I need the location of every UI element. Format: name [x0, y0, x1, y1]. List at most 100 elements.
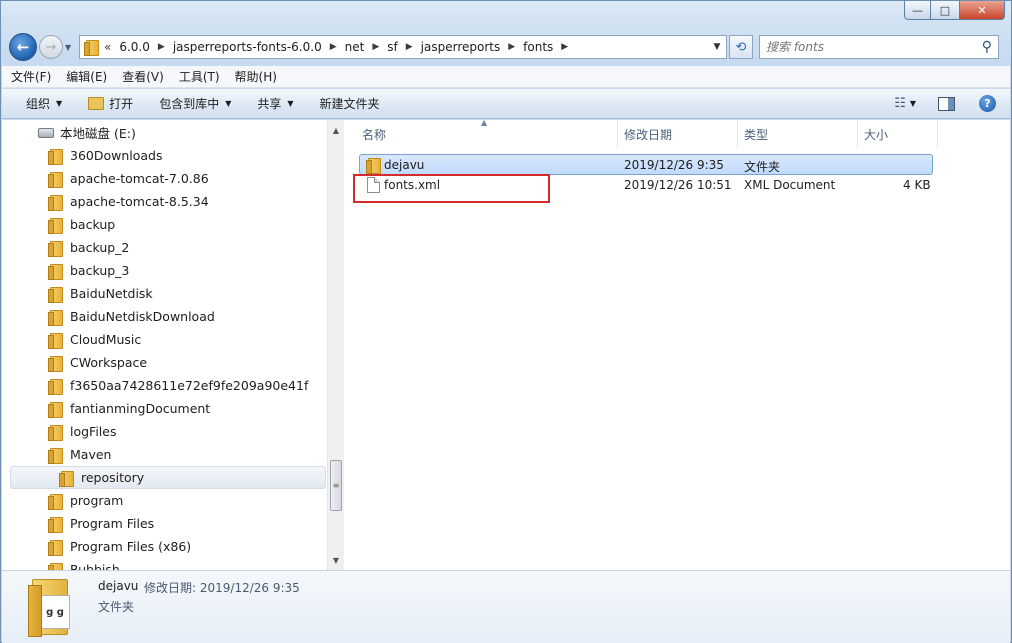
share-button[interactable]: 共享 ▼ [257, 95, 293, 112]
tree-item-label: fantianmingDocument [70, 401, 211, 416]
back-button[interactable]: ← [9, 33, 37, 61]
tree-item-label: repository [81, 470, 145, 485]
share-label: 共享 [257, 97, 282, 111]
tree-item-folder[interactable]: BaiduNetdiskDownload [48, 305, 215, 328]
address-bar[interactable]: « 6.0.0 ▶ jasperreports-fonts-6.0.0 ▶ net ▶… [79, 35, 727, 59]
breadcrumb-item[interactable]: fonts [523, 40, 553, 54]
open-button[interactable]: 打开 [88, 95, 133, 112]
search-box[interactable]: ⚲ [759, 35, 999, 59]
tree-item-folder[interactable]: program [48, 489, 123, 512]
folder-thumbnail-icon: g g [26, 575, 78, 637]
file-type: XML Document [744, 178, 836, 192]
tree-item-label: CWorkspace [70, 355, 148, 370]
search-icon[interactable]: ⚲ [982, 39, 992, 55]
chevron-right-icon[interactable]: ▶ [372, 42, 379, 52]
navigation-row: ← → ▼ « 6.0.0 ▶ jasperreports-fonts-6.0.0… [9, 32, 1005, 62]
forward-button[interactable]: → [39, 35, 63, 59]
tree-item-drive[interactable]: 本地磁盘 (E:) [38, 121, 136, 144]
tree-item-folder[interactable]: fantianmingDocument [48, 397, 210, 420]
folder-icon [48, 240, 63, 257]
preview-pane-icon[interactable] [938, 96, 955, 111]
tree-item-folder[interactable]: apache-tomcat-8.5.34 [48, 190, 209, 213]
column-header-date[interactable]: 修改日期 [618, 120, 738, 148]
chevron-right-icon[interactable]: ▶ [508, 42, 515, 52]
tree-item-folder[interactable]: CWorkspace [48, 351, 147, 374]
tree-item-folder[interactable]: Program Files (x86) [48, 535, 191, 558]
menu-edit[interactable]: 编辑(E) [66, 68, 107, 85]
chevron-right-icon[interactable]: ▶ [406, 42, 413, 52]
scroll-down-icon[interactable]: ▼ [328, 552, 344, 568]
folder-icon [48, 562, 63, 570]
breadcrumb-item[interactable]: jasperreports-fonts-6.0.0 [173, 40, 322, 54]
new-folder-label: 新建文件夹 [319, 97, 380, 111]
breadcrumb-item[interactable]: sf [387, 40, 397, 54]
menu-bar: 文件(F) 编辑(E) 查看(V) 工具(T) 帮助(H) [2, 66, 1010, 88]
close-button[interactable]: ✕ [959, 1, 1005, 20]
breadcrumb-item[interactable]: jasperreports [421, 40, 501, 54]
minimize-button[interactable]: — [904, 1, 931, 20]
navigation-pane: 本地磁盘 (E:) 360Downloads apache-tomcat-7.0.… [2, 120, 344, 570]
view-options-icon[interactable]: ☷ [894, 96, 906, 111]
menu-tools[interactable]: 工具(T) [179, 68, 220, 85]
main-area: 本地磁盘 (E:) 360Downloads apache-tomcat-7.0.… [2, 118, 1010, 570]
history-dropdown-icon[interactable]: ▼ [65, 43, 75, 52]
scroll-up-icon[interactable]: ▲ [328, 122, 344, 138]
file-list: ▲ 名称 修改日期 类型 大小 dejavu 2019/12/26 9:35 文… [345, 118, 1010, 570]
tree-item-folder[interactable]: f3650aa7428611e72ef9fe209a90e41f [48, 374, 308, 397]
file-name: dejavu [384, 158, 425, 172]
tree-item-folder[interactable]: backup_3 [48, 259, 129, 282]
help-icon[interactable]: ? [979, 95, 996, 112]
breadcrumb-overflow[interactable]: « [104, 40, 111, 54]
tree-item-label: f3650aa7428611e72ef9fe209a90e41f [70, 378, 309, 393]
scrollbar-thumb[interactable]: ≡ [330, 460, 342, 511]
tree-item-folder[interactable]: backup_2 [48, 236, 129, 259]
menu-file[interactable]: 文件(F) [11, 68, 51, 85]
tree-item-folder[interactable]: apache-tomcat-7.0.86 [48, 167, 209, 190]
chevron-right-icon[interactable]: ▶ [561, 42, 568, 52]
breadcrumb-item[interactable]: net [345, 40, 365, 54]
drive-icon [38, 127, 54, 138]
navigation-scrollbar[interactable]: ▲ ≡ ▼ [327, 120, 344, 570]
folder-icon [48, 148, 63, 165]
include-in-library-button[interactable]: 包含到库中 ▼ [159, 95, 231, 112]
tree-item-folder[interactable]: backup [48, 213, 115, 236]
folder-icon [48, 217, 63, 234]
refresh-button[interactable]: ⟲ [729, 35, 753, 59]
view-controls: ☷ ▼ ? [894, 95, 996, 112]
new-folder-button[interactable]: 新建文件夹 [320, 95, 380, 112]
file-date: 2019/12/26 10:51 [624, 178, 732, 192]
chevron-right-icon[interactable]: ▶ [330, 42, 337, 52]
folder-icon [59, 470, 74, 487]
address-dropdown-icon[interactable]: ▼ [708, 42, 726, 52]
folder-icon [48, 355, 63, 372]
tree-item-folder[interactable]: Program Files [48, 512, 154, 535]
tree-item-folder[interactable]: Rubbish [48, 558, 120, 570]
explorer-window: — □ ✕ ← → ▼ « 6.0.0 ▶ jasperreports-fonts… [0, 0, 1012, 643]
column-header-type[interactable]: 类型 [738, 120, 858, 148]
tree-item-folder[interactable]: repository [10, 466, 326, 489]
tree-item-label: Program Files (x86) [70, 539, 192, 554]
tree-item-folder[interactable]: BaiduNetdisk [48, 282, 153, 305]
tree-item-label: apache-tomcat-7.0.86 [70, 171, 209, 186]
folder-icon [48, 401, 63, 418]
tree-item-folder[interactable]: logFiles [48, 420, 116, 443]
tree-item-folder[interactable]: CloudMusic [48, 328, 141, 351]
file-row-fonts-xml[interactable]: fonts.xml 2019/12/26 10:51 XML Document … [359, 175, 933, 196]
tree-item-folder[interactable]: Maven [48, 443, 111, 466]
view-dropdown-icon[interactable]: ▼ [910, 99, 916, 108]
file-row-dejavu[interactable]: dejavu 2019/12/26 9:35 文件夹 [359, 154, 933, 175]
breadcrumb-item[interactable]: 6.0.0 [119, 40, 150, 54]
tree-item-label: BaiduNetdisk [70, 286, 153, 301]
tree-item-folder[interactable]: 360Downloads [48, 144, 163, 167]
tree-item-label: BaiduNetdiskDownload [70, 309, 215, 324]
organize-button[interactable]: 组织 ▼ [26, 95, 62, 112]
column-header-name[interactable]: 名称 [356, 120, 618, 148]
chevron-right-icon[interactable]: ▶ [158, 42, 165, 52]
column-header-size[interactable]: 大小 [858, 120, 938, 148]
menu-view[interactable]: 查看(V) [122, 68, 164, 85]
maximize-button[interactable]: □ [931, 1, 959, 20]
search-input[interactable] [766, 40, 982, 54]
menu-help[interactable]: 帮助(H) [235, 68, 277, 85]
tree-item-label: program [70, 493, 124, 508]
tree-item-label: 本地磁盘 (E:) [60, 126, 136, 141]
